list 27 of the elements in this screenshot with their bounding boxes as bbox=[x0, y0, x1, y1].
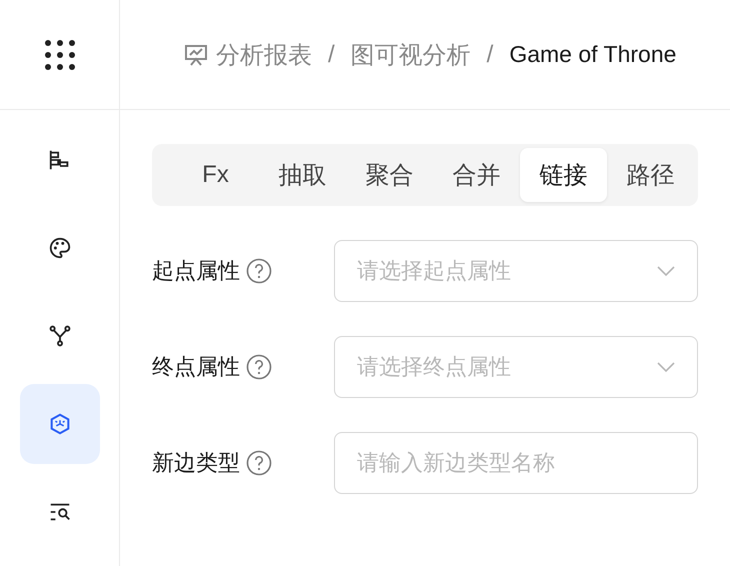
field-label: 起点属性 bbox=[152, 257, 240, 285]
breadcrumb-separator: / bbox=[328, 40, 335, 68]
chevron-down-icon bbox=[657, 266, 675, 276]
breadcrumb-separator: / bbox=[486, 40, 494, 68]
tab[interactable]: 合并 bbox=[433, 148, 520, 202]
palette-icon bbox=[48, 236, 72, 260]
tab[interactable]: Fx bbox=[172, 148, 259, 202]
tab[interactable]: 路径 bbox=[607, 148, 694, 202]
cube-icon bbox=[48, 412, 72, 436]
branch-icon bbox=[48, 324, 72, 348]
sidebar-item[interactable] bbox=[20, 384, 100, 464]
input-field[interactable]: 请输入新边类型名称 bbox=[334, 432, 698, 494]
breadcrumb-item[interactable]: 图可视分析 bbox=[350, 38, 471, 70]
field-label: 终点属性 bbox=[152, 353, 240, 381]
help-icon[interactable] bbox=[246, 258, 272, 284]
tab[interactable]: 聚合 bbox=[346, 148, 433, 202]
app-grid-icon[interactable] bbox=[44, 40, 74, 70]
chevron-down-icon bbox=[657, 362, 675, 372]
presentation-chart-icon bbox=[184, 42, 208, 66]
breadcrumb-item[interactable]: 分析报表 bbox=[216, 38, 312, 70]
tab[interactable]: 抽取 bbox=[259, 148, 346, 202]
field-label: 新边类型 bbox=[152, 449, 240, 477]
tree-icon bbox=[48, 148, 72, 172]
breadcrumb-item: Game of Throne bbox=[509, 41, 676, 68]
help-icon[interactable] bbox=[246, 354, 272, 380]
tab[interactable]: 链接 bbox=[520, 148, 607, 202]
help-icon[interactable] bbox=[246, 450, 272, 476]
